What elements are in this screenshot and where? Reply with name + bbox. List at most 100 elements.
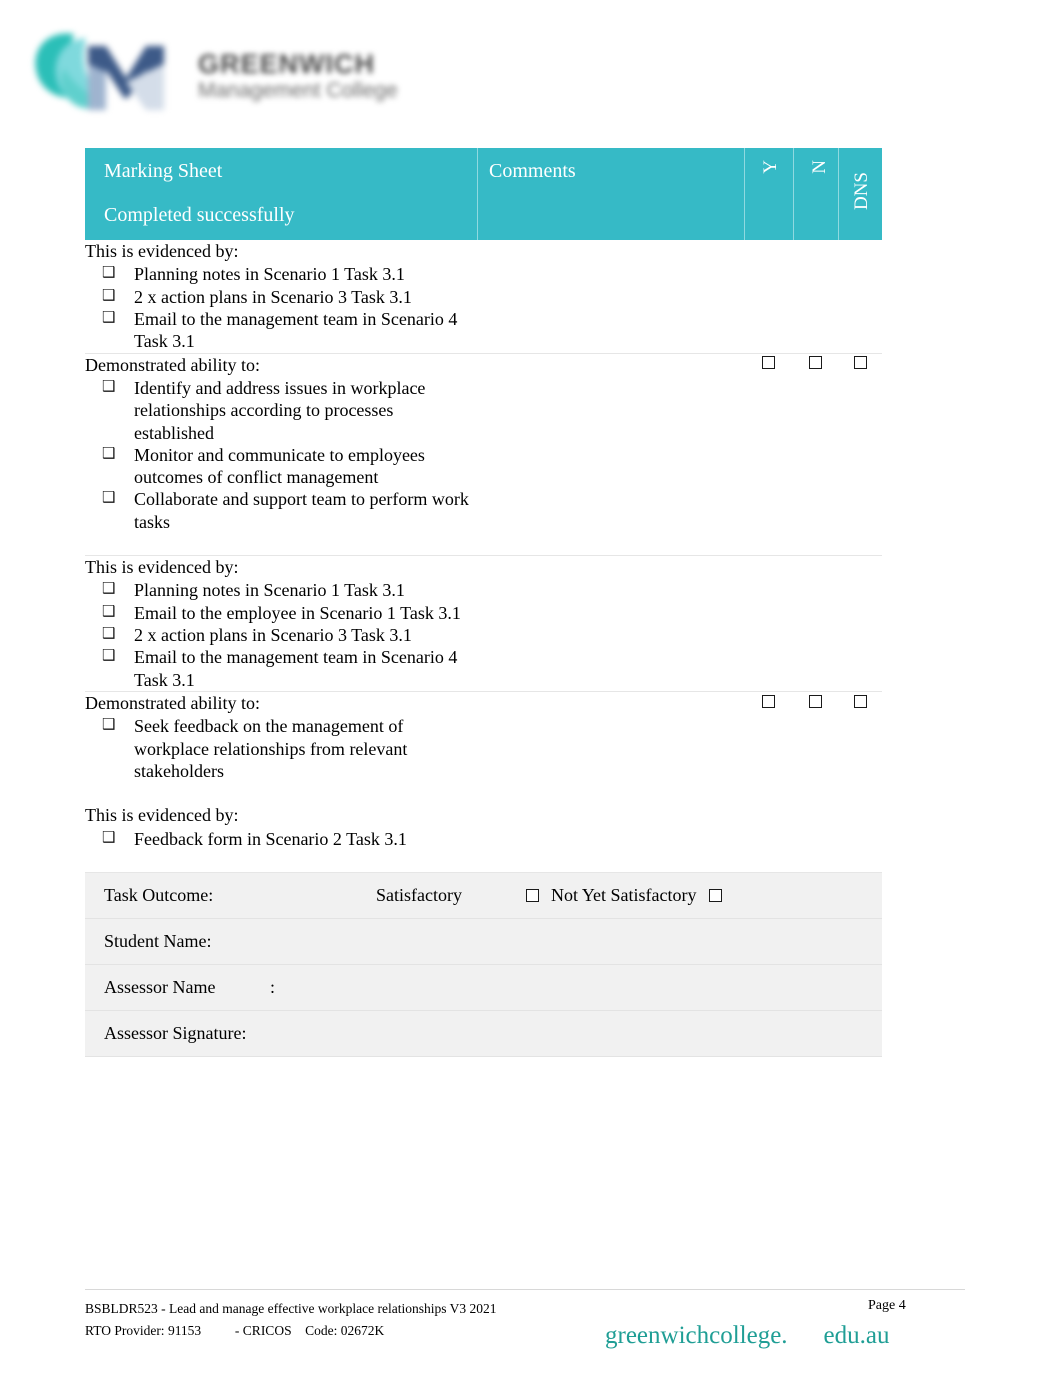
- criteria-bullet-list-secondary: ❑ Feedback form in Scenario 2 Task 3.1: [85, 828, 477, 850]
- comments-cell[interactable]: [477, 555, 744, 692]
- bullet-glyph-icon: ❑: [102, 443, 116, 462]
- checkbox-cell-y[interactable]: [744, 691, 793, 873]
- list-item: ❑ Seek feedback on the management of work…: [85, 715, 477, 782]
- not-yet-satisfactory-label: Not Yet Satisfactory: [551, 884, 697, 905]
- criteria-bullet-list: ❑ Seek feedback on the management of work…: [85, 715, 477, 782]
- criteria-bullet-list: ❑ Planning notes in Scenario 1 Task 3.1 ❑…: [85, 263, 477, 352]
- bullet-glyph-icon: ❑: [102, 263, 116, 282]
- header-title: Marking Sheet: [104, 160, 223, 182]
- bullet-glyph-icon: ❑: [102, 488, 116, 507]
- comments-cell[interactable]: [477, 240, 744, 354]
- assessor-name-colon: :: [270, 976, 276, 997]
- bullet-glyph-icon: ❑: [102, 715, 116, 734]
- criteria-lead: Demonstrated ability to:: [85, 692, 260, 713]
- checkbox-cell-y[interactable]: [744, 353, 793, 557]
- assessor-name-cell[interactable]: Assessor Name :: [85, 964, 882, 1011]
- list-item-text: Email to the employee in Scenario 1 Task…: [134, 602, 461, 623]
- footer-brand: greenwichcollege. edu.au: [605, 1322, 890, 1350]
- header-cell-y: Y: [744, 148, 793, 240]
- criteria-cell: This is evidenced by: ❑ Planning notes in…: [85, 555, 477, 692]
- checkbox-cell-dns[interactable]: [838, 691, 882, 873]
- not-yet-satisfactory-checkbox[interactable]: [708, 888, 722, 902]
- table-header-row: Marking Sheet Completed successfully Com…: [85, 148, 882, 240]
- checkbox-dns-icon[interactable]: [853, 694, 867, 708]
- bullet-glyph-icon: ❑: [102, 285, 116, 304]
- list-item: ❑ Planning notes in Scenario 1 Task 3.1: [85, 263, 477, 285]
- footer-divider: [85, 1289, 965, 1290]
- comments-cell[interactable]: [477, 353, 744, 557]
- table-row: This is evidenced by: ❑ Planning notes in…: [85, 240, 882, 354]
- logo-wordmark: GREENWICH Management College: [198, 50, 448, 110]
- header-cell-comments: Comments: [477, 148, 744, 240]
- student-name-cell[interactable]: Student Name:: [85, 918, 882, 965]
- header-title-group: Marking Sheet Completed successfully: [85, 148, 477, 227]
- footer-line1: BSBLDR523 - Lead and manage effective wo…: [85, 1301, 497, 1316]
- row-spacer: [85, 850, 477, 872]
- list-item: ❑ Monitor and communicate to employees ou…: [85, 444, 477, 489]
- assessor-name-row: Assessor Name :: [85, 964, 882, 1011]
- checkbox-cell-n[interactable]: [793, 353, 838, 557]
- comments-cell[interactable]: [477, 691, 744, 873]
- footer-line2: RTO Provider: 91153 - CRICOS Code: 02672…: [85, 1323, 385, 1339]
- checkbox-cell-n[interactable]: [793, 555, 838, 692]
- row-spacer: [85, 782, 477, 804]
- list-item: ❑ 2 x action plans in Scenario 3 Task 3.1: [85, 624, 477, 646]
- task-outcome-cell: Task Outcome: Satisfactory Not Yet Satis…: [85, 872, 882, 919]
- bullet-glyph-icon: ❑: [102, 579, 116, 598]
- criteria-cell: Demonstrated ability to: ❑ Seek feedback …: [85, 691, 477, 873]
- row-spacer: [85, 533, 477, 555]
- list-item-text: Feedback form in Scenario 2 Task 3.1: [134, 828, 407, 849]
- list-item-text: Identify and address issues in workplace…: [134, 377, 426, 443]
- criteria-lead: This is evidenced by:: [85, 241, 239, 261]
- criteria-cell: Demonstrated ability to: ❑ Identify and a…: [85, 353, 477, 557]
- list-item: ❑ Planning notes in Scenario 1 Task 3.1: [85, 579, 477, 601]
- task-outcome-row: Task Outcome: Satisfactory Not Yet Satis…: [85, 872, 882, 919]
- checkbox-cell-y[interactable]: [744, 240, 793, 354]
- criteria-lead: This is evidenced by:: [85, 557, 239, 578]
- list-item-text: Email to the management team in Scenario…: [134, 308, 458, 352]
- checkbox-n-icon[interactable]: [809, 356, 822, 370]
- list-item: ❑ Feedback form in Scenario 2 Task 3.1: [85, 828, 477, 850]
- list-item: ❑ Email to the management team in Scenari…: [85, 308, 477, 353]
- bullet-glyph-icon: ❑: [102, 307, 116, 326]
- criteria-lead-secondary: This is evidenced by:: [85, 805, 239, 826]
- list-item-text: Planning notes in Scenario 1 Task 3.1: [134, 264, 405, 285]
- header-comments-label: Comments: [489, 160, 576, 182]
- header-cell-marking-sheet: Marking Sheet Completed successfully: [85, 148, 477, 240]
- satisfactory-checkbox[interactable]: [526, 888, 539, 902]
- checkbox-dns-icon[interactable]: [853, 356, 867, 370]
- assessor-signature-label: Assessor Signature:: [104, 1022, 247, 1043]
- list-item: ❑ Email to the management team in Scenari…: [85, 646, 477, 691]
- checkbox-n-icon[interactable]: [809, 694, 822, 708]
- checkbox-cell-n[interactable]: [793, 240, 838, 354]
- list-item-text: Monitor and communicate to employees out…: [134, 444, 425, 488]
- header-cell-dns: DNS: [838, 148, 882, 240]
- page-number: Page 4: [868, 1298, 906, 1313]
- footer-document-info: BSBLDR523 - Lead and manage effective wo…: [85, 1298, 497, 1343]
- bullet-glyph-icon: ❑: [102, 646, 116, 665]
- checkbox-cell-dns[interactable]: [838, 240, 882, 354]
- checkbox-cell-dns[interactable]: [838, 353, 882, 557]
- checkbox-cell-y[interactable]: [744, 555, 793, 692]
- list-item-text: 2 x action plans in Scenario 3 Task 3.1: [134, 625, 412, 645]
- list-item: ❑ Identify and address issues in workplac…: [85, 377, 477, 444]
- bullet-glyph-icon: ❑: [102, 624, 116, 642]
- checkbox-y-icon[interactable]: [762, 694, 775, 708]
- footer-brand-domain: greenwichcollege.: [605, 1322, 788, 1349]
- header-label-n: N: [809, 160, 830, 174]
- checkbox-y-icon[interactable]: [762, 356, 775, 370]
- list-item: ❑ 2 x action plans in Scenario 3 Task 3.1: [85, 286, 477, 308]
- college-logo: GREENWICH Management College: [28, 18, 428, 122]
- bullet-glyph-icon: ❑: [102, 376, 116, 395]
- marking-sheet-table: Marking Sheet Completed successfully Com…: [85, 148, 882, 1057]
- assessor-signature-row: Assessor Signature:: [85, 1010, 882, 1057]
- satisfactory-label: Satisfactory: [376, 884, 462, 905]
- list-item-text: 2 x action plans in Scenario 3 Task 3.1: [134, 286, 412, 307]
- checkbox-cell-dns[interactable]: [838, 555, 882, 692]
- header-label-dns: DNS: [851, 172, 872, 211]
- checkbox-cell-n[interactable]: [793, 691, 838, 873]
- criteria-cell: This is evidenced by: ❑ Planning notes in…: [85, 240, 477, 354]
- bullet-glyph-icon: ❑: [102, 601, 116, 620]
- list-item-text: Collaborate and support team to perform …: [134, 489, 469, 532]
- assessor-signature-cell[interactable]: Assessor Signature:: [85, 1010, 882, 1057]
